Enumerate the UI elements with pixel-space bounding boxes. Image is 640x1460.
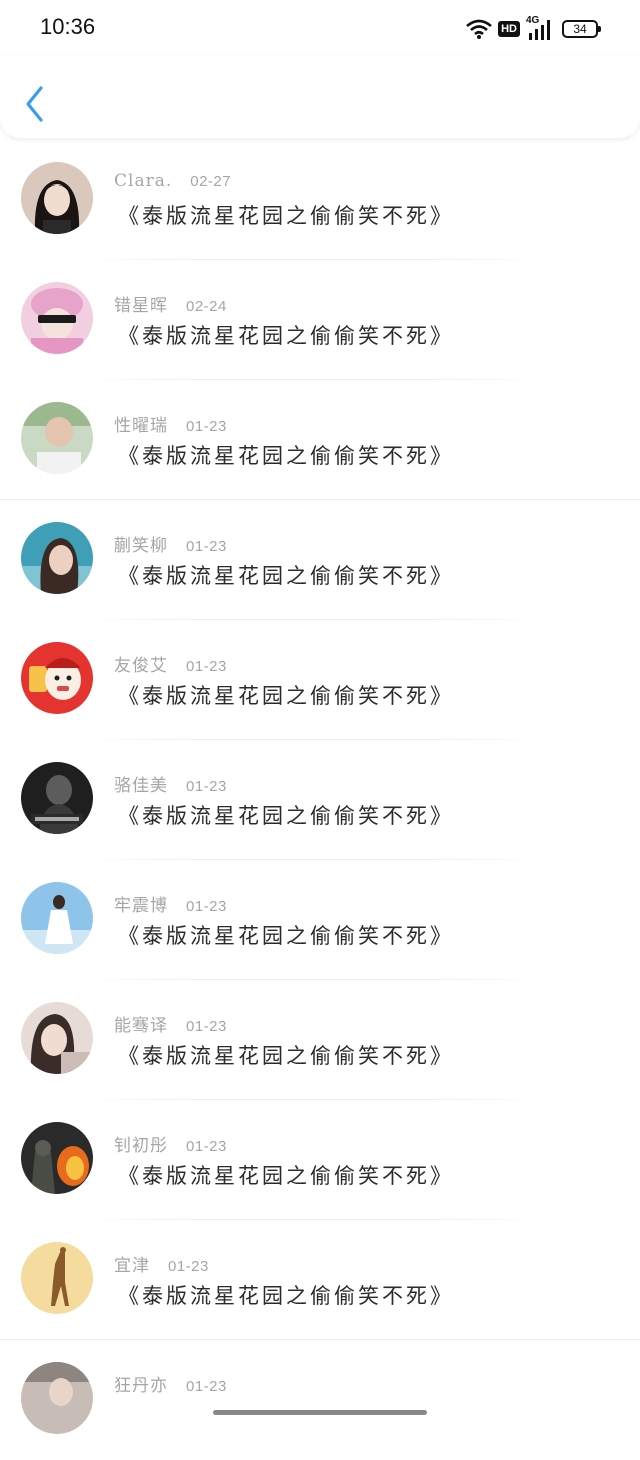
username[interactable]: 钊初彤: [114, 1136, 168, 1156]
username[interactable]: 友俊艾: [114, 656, 168, 676]
comment-item[interactable]: 钊初彤 01-23 《泰版流星花园之偷偷笑不死》: [0, 1100, 640, 1220]
comment-item[interactable]: 能骞译 01-23 《泰版流星花园之偷偷笑不死》: [0, 980, 640, 1100]
cellular-signal-icon: 4G: [526, 15, 556, 41]
comment-text: 《泰版流星花园之偷偷笑不死》: [118, 1044, 454, 1068]
comment-meta: 能骞译 01-23: [114, 1011, 227, 1036]
comment-text: 《泰版流星花园之偷偷笑不死》: [118, 804, 454, 828]
comment-meta: 牢震博 01-23: [114, 891, 227, 916]
comment-date: 02-27: [190, 173, 232, 190]
chevron-left-icon: [26, 86, 43, 122]
comment-date: 01-23: [186, 538, 227, 555]
comment-text: 《泰版流星花园之偷偷笑不死》: [118, 1164, 454, 1188]
avatar[interactable]: [21, 162, 93, 234]
username[interactable]: 能骞译: [114, 1016, 168, 1036]
comment-meta: 宜津 01-23: [114, 1251, 209, 1276]
comment-item[interactable]: 宜津 01-23 《泰版流星花园之偷偷笑不死》: [0, 1220, 640, 1340]
avatar[interactable]: [21, 282, 93, 354]
battery-icon: 34: [562, 20, 601, 38]
comment-date: 01-23: [186, 418, 227, 435]
comment-text: 《泰版流星花园之偷偷笑不死》: [118, 204, 454, 228]
comment-date: 01-23: [186, 778, 227, 795]
comment-text: 《泰版流星花园之偷偷笑不死》: [118, 564, 454, 588]
comment-item[interactable]: 友俊艾 01-23 《泰版流星花园之偷偷笑不死》: [0, 620, 640, 740]
comment-date: 02-24: [186, 298, 227, 315]
comment-date: 01-23: [186, 1018, 227, 1035]
username[interactable]: 蒯笑柳: [114, 536, 168, 556]
username[interactable]: Clara.: [114, 171, 172, 191]
comment-item[interactable]: 错星晖 02-24 《泰版流星花园之偷偷笑不死》: [0, 260, 640, 380]
status-icons: HD 4G 34: [466, 15, 601, 42]
comment-item[interactable]: Clara. 02-27 《泰版流星花园之偷偷笑不死》: [0, 140, 640, 260]
username[interactable]: 错星晖: [114, 296, 168, 316]
comment-meta: 友俊艾 01-23: [114, 651, 227, 676]
back-button[interactable]: [16, 82, 52, 126]
comment-text: 《泰版流星花园之偷偷笑不死》: [118, 1284, 454, 1308]
comment-text: 《泰版流星花园之偷偷笑不死》: [118, 444, 454, 468]
avatar[interactable]: [21, 1122, 93, 1194]
status-bar: 10:36 HD 4G 34: [0, 0, 640, 56]
username[interactable]: 性曜瑞: [114, 416, 168, 436]
nav-bar: [0, 56, 640, 138]
comment-date: 01-23: [186, 898, 227, 915]
comment-meta: 钊初彤 01-23: [114, 1131, 227, 1156]
avatar[interactable]: [21, 1242, 93, 1314]
comment-date: 01-23: [186, 658, 227, 675]
username[interactable]: 狂丹亦: [114, 1376, 168, 1396]
comment-date: 01-23: [186, 1138, 227, 1155]
battery-level: 34: [573, 22, 587, 36]
wifi-icon: [466, 19, 492, 39]
avatar[interactable]: [21, 402, 93, 474]
username[interactable]: 骆佳美: [114, 776, 168, 796]
avatar[interactable]: [21, 882, 93, 954]
comment-meta: 蒯笑柳 01-23: [114, 531, 227, 556]
comment-item[interactable]: 性曜瑞 01-23 《泰版流星花园之偷偷笑不死》: [0, 380, 640, 500]
comment-meta: Clara. 02-27: [114, 171, 231, 191]
comment-meta: 错星晖 02-24: [114, 291, 227, 316]
avatar[interactable]: [21, 1362, 93, 1434]
comment-item[interactable]: 蒯笑柳 01-23 《泰版流星花园之偷偷笑不死》: [0, 500, 640, 620]
comment-date: 01-23: [186, 1378, 227, 1395]
username[interactable]: 宜津: [114, 1256, 150, 1276]
comment-list: Clara. 02-27 《泰版流星花园之偷偷笑不死》 错星晖 02-24 《泰版流…: [0, 140, 640, 1460]
comment-item[interactable]: 狂丹亦 01-23: [0, 1340, 640, 1460]
comment-text: 《泰版流星花园之偷偷笑不死》: [118, 924, 454, 948]
comment-meta: 骆佳美 01-23: [114, 771, 227, 796]
home-indicator[interactable]: [213, 1410, 427, 1415]
comment-item[interactable]: 牢震博 01-23 《泰版流星花园之偷偷笑不死》: [0, 860, 640, 980]
comment-text: 《泰版流星花园之偷偷笑不死》: [118, 684, 454, 708]
avatar[interactable]: [21, 642, 93, 714]
hd-badge: HD: [498, 21, 520, 37]
comment-item[interactable]: 骆佳美 01-23 《泰版流星花园之偷偷笑不死》: [0, 740, 640, 860]
avatar[interactable]: [21, 1002, 93, 1074]
avatar[interactable]: [21, 762, 93, 834]
comment-meta: 狂丹亦 01-23: [114, 1371, 227, 1396]
username[interactable]: 牢震博: [114, 896, 168, 916]
avatar[interactable]: [21, 522, 93, 594]
status-time: 10:36: [40, 14, 96, 39]
comment-date: 01-23: [168, 1258, 209, 1275]
comment-meta: 性曜瑞 01-23: [114, 411, 227, 436]
comment-text: 《泰版流星花园之偷偷笑不死》: [118, 324, 454, 348]
